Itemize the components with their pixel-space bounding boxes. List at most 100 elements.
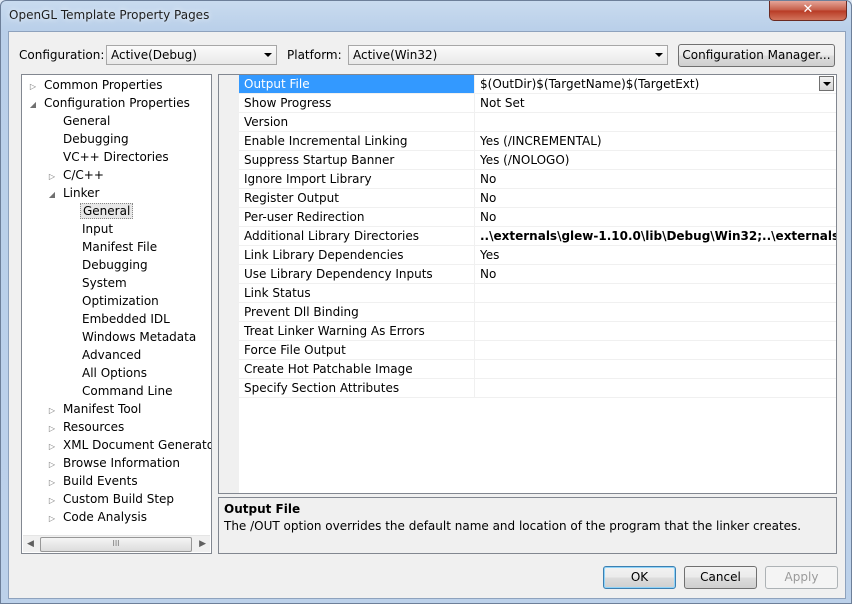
tree-item[interactable]: ▷ Common Properties <box>28 76 165 94</box>
property-row[interactable]: Treat Linker Warning As Errors <box>239 322 836 341</box>
tree-item-label: VC++ Directories <box>63 150 169 164</box>
property-name[interactable]: Create Hot Patchable Image <box>239 360 475 378</box>
tree-item-label: Manifest Tool <box>63 402 142 416</box>
property-name[interactable]: Treat Linker Warning As Errors <box>239 322 475 340</box>
property-value[interactable] <box>476 360 836 378</box>
property-row[interactable]: Use Library Dependency Inputs No <box>239 265 836 284</box>
property-value[interactable]: Yes (/NOLOGO) <box>476 151 836 169</box>
property-value[interactable]: Not Set <box>476 94 836 112</box>
property-name[interactable]: Prevent Dll Binding <box>239 303 475 321</box>
chevron-down-icon[interactable] <box>819 76 834 91</box>
property-name[interactable]: Suppress Startup Banner <box>239 151 475 169</box>
tree-item[interactable]: ◢ Configuration Properties <box>28 94 192 112</box>
property-row[interactable]: Link Status <box>239 284 836 303</box>
tree-item[interactable]: Windows Metadata <box>66 328 198 346</box>
tree-item[interactable]: ▷ Custom Build Step <box>47 490 176 508</box>
property-value[interactable] <box>476 113 836 131</box>
property-value[interactable]: ..\externals\glew-1.10.0\lib\Debug\Win32… <box>476 227 836 245</box>
property-name[interactable]: Per-user Redirection <box>239 208 475 226</box>
property-row[interactable]: Prevent Dll Binding <box>239 303 836 322</box>
property-name[interactable]: Specify Section Attributes <box>239 379 475 397</box>
property-row[interactable]: Per-user Redirection No <box>239 208 836 227</box>
property-value[interactable]: No <box>476 170 836 188</box>
tree-item[interactable]: ▷ C/C++ <box>47 166 106 184</box>
property-value[interactable] <box>476 284 836 302</box>
tree-item[interactable]: Debugging <box>66 256 150 274</box>
property-name[interactable]: Register Output <box>239 189 475 207</box>
property-row[interactable]: Register Output No <box>239 189 836 208</box>
tree-item[interactable]: VC++ Directories <box>47 148 171 166</box>
property-tree[interactable]: ▷ Common Properties ◢ Configuration Propert… <box>21 74 212 554</box>
tree-item[interactable]: ▷ Code Analysis <box>47 508 149 526</box>
tree-item[interactable]: General <box>47 112 112 130</box>
tree-item[interactable]: ▷ XML Document Generator <box>47 436 211 454</box>
configuration-manager-button[interactable]: Configuration Manager... <box>678 44 835 67</box>
apply-button[interactable]: Apply <box>765 566 838 589</box>
property-row[interactable]: Link Library Dependencies Yes <box>239 246 836 265</box>
tree-item-label: Custom Build Step <box>63 492 175 506</box>
property-row[interactable]: Enable Incremental Linking Yes (/INCREMEN… <box>239 132 836 151</box>
description-panel: Output File The /OUT option overrides th… <box>218 497 837 554</box>
ok-button[interactable]: OK <box>603 566 676 589</box>
property-name[interactable]: Show Progress <box>239 94 475 112</box>
grid-gutter <box>219 75 239 493</box>
property-name[interactable]: Use Library Dependency Inputs <box>239 265 475 283</box>
tree-item[interactable]: System <box>66 274 129 292</box>
tree-item[interactable]: ▷ Build Events <box>47 472 140 490</box>
scroll-right-icon[interactable]: ▶ <box>199 539 206 549</box>
property-value[interactable]: $(OutDir)$(TargetName)$(TargetExt) <box>476 75 836 93</box>
tree-item[interactable]: ◢ Linker <box>47 184 101 202</box>
property-value[interactable]: No <box>476 189 836 207</box>
property-row[interactable]: Specify Section Attributes <box>239 379 836 398</box>
tree-item[interactable]: Embedded IDL <box>66 310 172 328</box>
property-name[interactable]: Link Library Dependencies <box>239 246 475 264</box>
property-name[interactable]: Force File Output <box>239 341 475 359</box>
platform-dropdown[interactable]: Active(Win32) <box>348 45 668 65</box>
collapse-arrow-icon[interactable]: ◢ <box>28 96 38 114</box>
tree-horizontal-scrollbar[interactable]: ◀ III ▶ <box>23 535 210 552</box>
property-row[interactable]: Force File Output <box>239 341 836 360</box>
property-row[interactable]: Output File $(OutDir)$(TargetName)$(Targe… <box>239 75 836 94</box>
tree-item[interactable]: ▷ Resources <box>47 418 126 436</box>
property-value[interactable]: No <box>476 265 836 283</box>
property-value[interactable] <box>476 303 836 321</box>
tree-item[interactable]: General <box>66 202 134 220</box>
tree-item[interactable]: All Options <box>66 364 149 382</box>
property-name[interactable]: Link Status <box>239 284 475 302</box>
collapse-arrow-icon[interactable]: ◢ <box>47 186 57 204</box>
property-name[interactable]: Enable Incremental Linking <box>239 132 475 150</box>
dialog-client: Configuration: Active(Debug) Platform: A… <box>8 31 846 599</box>
property-row[interactable]: Version <box>239 113 836 132</box>
property-value[interactable] <box>476 322 836 340</box>
scroll-thumb[interactable]: III <box>40 537 192 552</box>
tree-item[interactable]: ▷ Manifest Tool <box>47 400 143 418</box>
tree-item[interactable]: Command Line <box>66 382 175 400</box>
tree-item[interactable]: Debugging <box>47 130 131 148</box>
tree-item[interactable]: Advanced <box>66 346 143 364</box>
property-name[interactable]: Additional Library Directories <box>239 227 475 245</box>
property-value[interactable]: Yes <box>476 246 836 264</box>
tree-item[interactable]: Optimization <box>66 292 161 310</box>
property-value[interactable] <box>476 379 836 397</box>
cancel-button[interactable]: Cancel <box>684 566 757 589</box>
property-value[interactable]: Yes (/INCREMENTAL) <box>476 132 836 150</box>
property-row[interactable]: Show Progress Not Set <box>239 94 836 113</box>
property-row[interactable]: Ignore Import Library No <box>239 170 836 189</box>
property-name[interactable]: Version <box>239 113 475 131</box>
property-name[interactable]: Output File <box>239 75 475 93</box>
property-value[interactable] <box>476 341 836 359</box>
property-row[interactable]: Additional Library Directories ..\externa… <box>239 227 836 246</box>
close-icon[interactable]: ✕ <box>769 1 847 21</box>
property-value[interactable]: No <box>476 208 836 226</box>
scroll-left-icon[interactable]: ◀ <box>27 539 34 549</box>
property-name[interactable]: Ignore Import Library <box>239 170 475 188</box>
property-row[interactable]: Suppress Startup Banner Yes (/NOLOGO) <box>239 151 836 170</box>
property-row[interactable]: Create Hot Patchable Image <box>239 360 836 379</box>
property-grid[interactable]: Output File $(OutDir)$(TargetName)$(Targe… <box>218 74 837 494</box>
tree-item[interactable]: Manifest File <box>66 238 159 256</box>
expand-arrow-icon[interactable]: ▷ <box>47 510 57 528</box>
tree-item[interactable]: Input <box>66 220 115 238</box>
configuration-dropdown[interactable]: Active(Debug) <box>106 45 277 65</box>
tree-item-label: Configuration Properties <box>44 96 190 110</box>
tree-item[interactable]: ▷ Browse Information <box>47 454 182 472</box>
